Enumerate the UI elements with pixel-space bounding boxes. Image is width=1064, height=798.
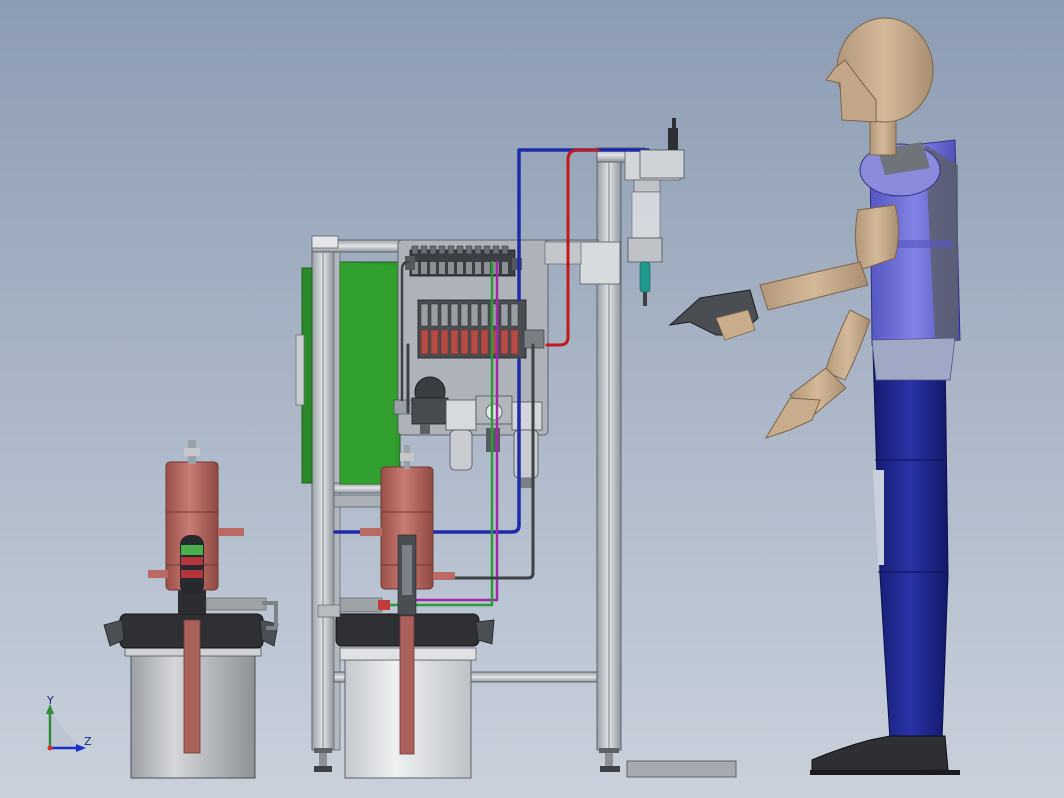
floor-plate[interactable] [626, 760, 737, 778]
valve-bank-lower[interactable] [417, 299, 545, 359]
cad-viewport[interactable]: Y Z [0, 0, 1064, 798]
y-axis-label: Y [46, 694, 54, 707]
z-axis-label: Z [84, 735, 92, 748]
control-cabinet[interactable] [295, 261, 401, 485]
assembly-scene[interactable]: Y Z [0, 0, 1064, 798]
valve-bank-upper[interactable] [405, 245, 522, 277]
